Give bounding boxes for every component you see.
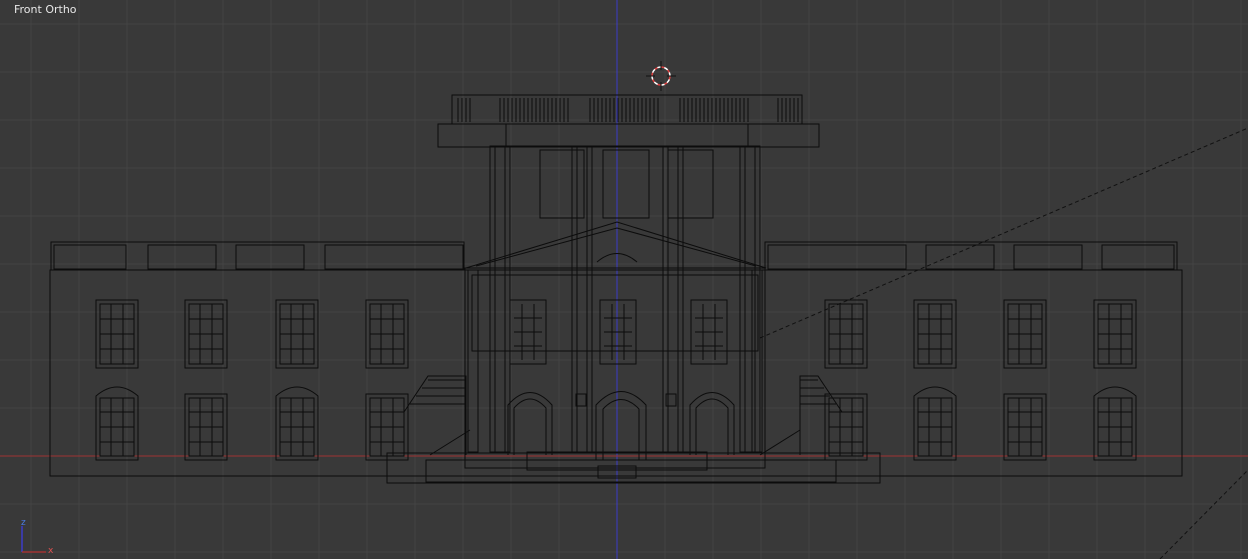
axis-gizmo: z x	[21, 518, 54, 556]
3d-viewport[interactable]: Front Ortho z x	[0, 0, 1248, 559]
background-grid	[0, 0, 1248, 559]
upper-windows[interactable]	[95, 299, 1137, 369]
gizmo-z-label: z	[21, 518, 26, 528]
view-label: Front Ortho	[14, 3, 77, 16]
lower-windows[interactable]	[95, 386, 1137, 461]
roof-balustrade	[457, 98, 799, 122]
building-wireframe[interactable]	[49, 94, 1183, 484]
gizmo-x-label: x	[48, 546, 54, 556]
3d-cursor-icon[interactable]	[646, 61, 676, 91]
viewport-canvas[interactable]	[0, 0, 1248, 559]
stair-canopies[interactable]	[403, 375, 843, 456]
portico-columns[interactable]	[467, 145, 763, 453]
portico-arches[interactable]	[507, 391, 735, 461]
